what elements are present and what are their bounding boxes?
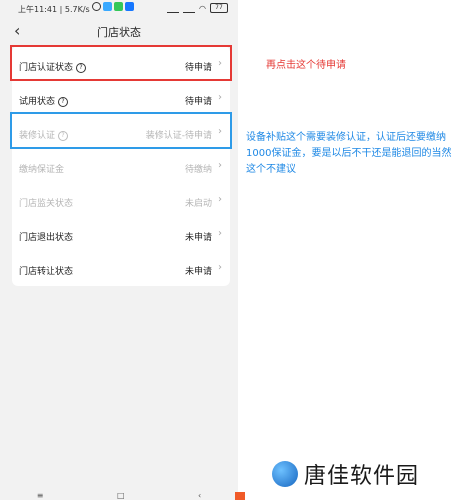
- chevron-right-icon: ›: [218, 262, 222, 273]
- chevron-right-icon: ›: [218, 92, 222, 103]
- row-store-exit[interactable]: 门店退出状态 未申请 ›: [12, 218, 230, 252]
- battery-icon: 77: [210, 3, 228, 13]
- row-deposit[interactable]: 缴纳保证金 待缴纳 ›: [12, 150, 230, 184]
- home-icon[interactable]: □: [117, 491, 125, 500]
- wifi-icon: ◠: [199, 3, 206, 13]
- highlight-red-box: [10, 45, 232, 81]
- phone-screen: 上午11:41 | 5.7K/s ◠ 77 ‹ 门店状态 门店认证状态? 待申请…: [0, 0, 238, 500]
- page-title: 门店状态: [97, 26, 141, 39]
- row-label: 门店监关状态: [19, 199, 74, 209]
- signal-2-icon: [183, 4, 196, 13]
- watermark-text: 唐佳软件园: [304, 464, 420, 489]
- network-speed: 5.7K/s: [64, 5, 90, 14]
- highlight-blue-box: [10, 112, 232, 149]
- back-icon[interactable]: ‹: [198, 491, 201, 500]
- chevron-right-icon: ›: [218, 160, 222, 171]
- nav-bar: ‹ 门店状态: [0, 18, 238, 44]
- notification-icons: [92, 2, 134, 11]
- watermark: 唐佳软件园: [272, 458, 419, 490]
- row-store-monitor[interactable]: 门店监关状态 未启动 ›: [12, 184, 230, 218]
- alarm-icon: [92, 2, 101, 11]
- menu-icon[interactable]: ≡: [37, 491, 44, 500]
- app-icon-alipay: [125, 2, 134, 11]
- app-icon-qq: [103, 2, 112, 11]
- app-icon-wechat: [114, 2, 123, 11]
- chevron-right-icon: ›: [218, 194, 222, 205]
- status-time: 上午11:41: [18, 5, 58, 14]
- corner-mark: [235, 492, 245, 500]
- row-label: 缴纳保证金: [19, 165, 65, 175]
- status-list-card: 门店认证状态? 待申请 › 试用状态? 待申请 › 装修认证? 装修认证-待申请…: [12, 46, 230, 286]
- row-store-transfer[interactable]: 门店转让状态 未申请 ›: [12, 252, 230, 286]
- annotation-blue: 设备补贴这个需要装修认证，认证后还要缴纳1000保证金，要是以后不干还是能退回的…: [246, 132, 452, 175]
- status-bar: 上午11:41 | 5.7K/s ◠ 77: [0, 0, 238, 18]
- row-label: 试用状态: [19, 97, 56, 107]
- row-value: 待申请: [184, 97, 212, 107]
- status-right: ◠ 77: [167, 3, 228, 13]
- help-icon[interactable]: ?: [58, 96, 69, 107]
- annotation-red: 再点击这个待申请: [266, 60, 346, 71]
- row-value: 未启动: [184, 199, 212, 209]
- row-value: 待缴纳: [184, 165, 212, 175]
- row-label: 门店转让状态: [19, 267, 74, 277]
- row-value: 未申请: [184, 267, 212, 277]
- chevron-right-icon: ›: [218, 228, 222, 239]
- row-label: 门店退出状态: [19, 233, 74, 243]
- row-value: 未申请: [184, 233, 212, 243]
- row-trial-status[interactable]: 试用状态? 待申请 ›: [12, 82, 230, 116]
- signal-icon: [167, 4, 180, 13]
- watermark-logo-icon: [272, 461, 298, 487]
- system-nav-bar: ≡ □ ‹: [0, 490, 238, 500]
